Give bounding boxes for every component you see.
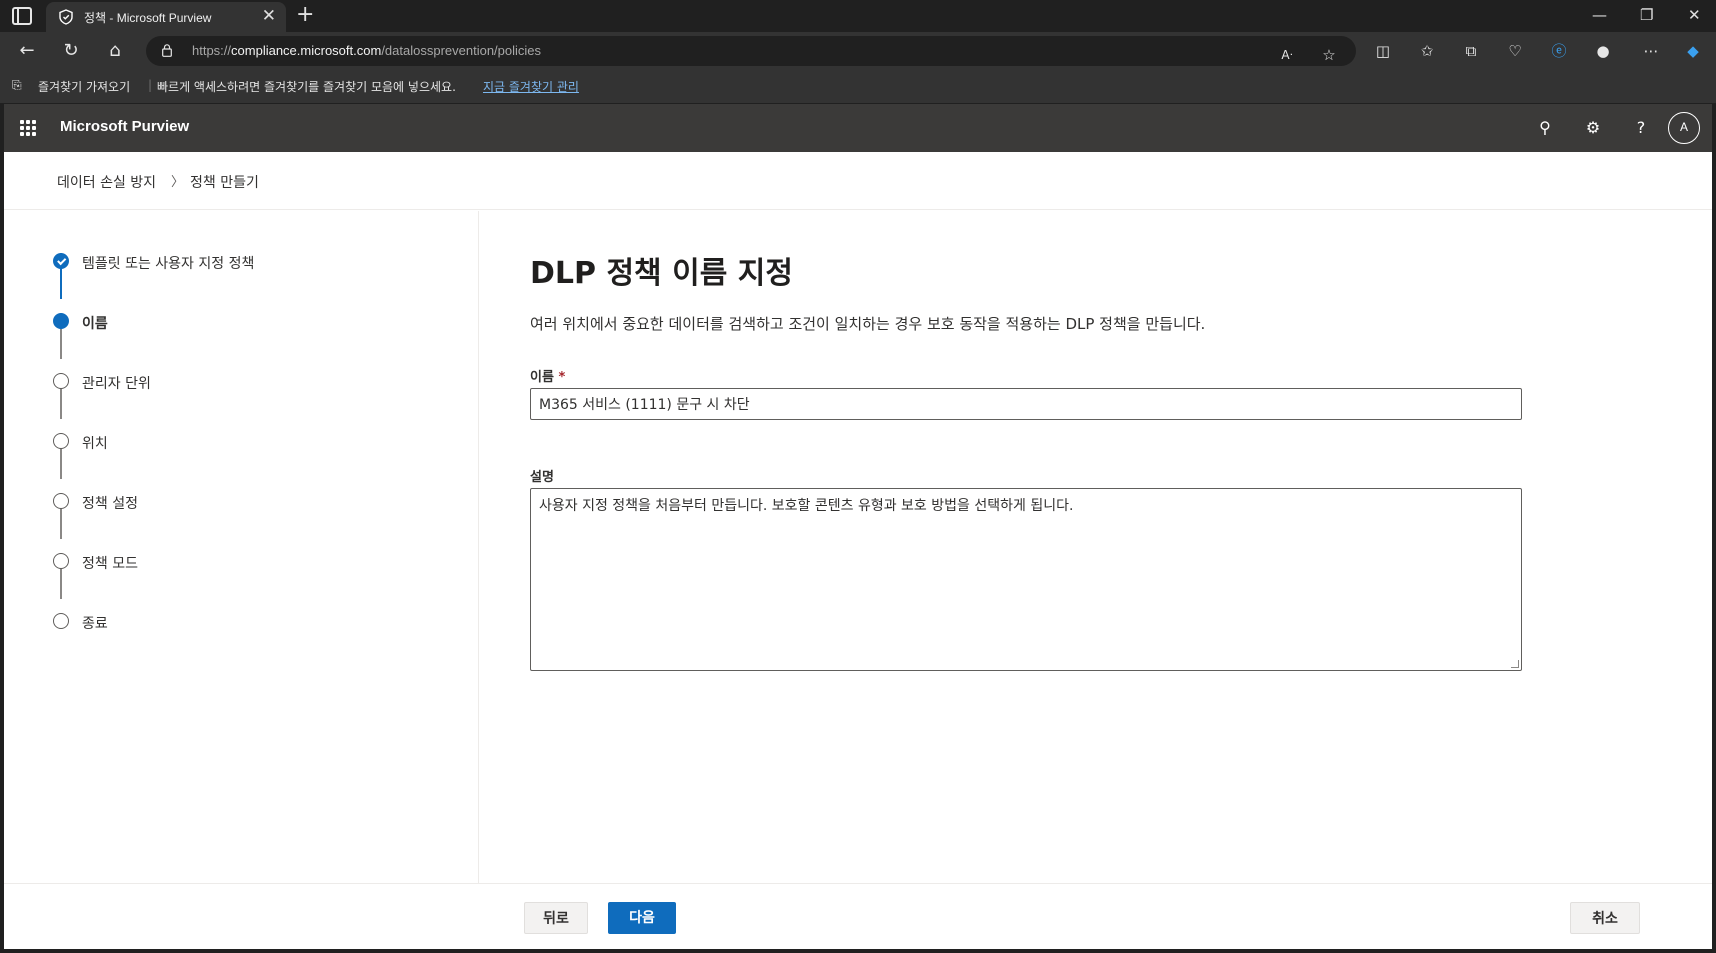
name-field-label: 이름 *: [530, 370, 566, 385]
cancel-button[interactable]: 취소: [1570, 902, 1640, 934]
step-policy-mode: 정책 모드: [82, 556, 138, 572]
web-page: Microsoft Purview ⚲ ⚙ ? A 데이터 손실 방지 〉 정책…: [4, 104, 1712, 949]
browser-window: 정책 - Microsoft Purview ✕ + — ❐ ✕ ← ↻ ⌂ h…: [0, 0, 1716, 953]
favorites-manage-link[interactable]: 지금 즐겨찾기 관리: [483, 78, 579, 95]
purview-shield-icon: [59, 9, 73, 25]
step-pending-circle-icon: [53, 553, 69, 569]
lock-icon: [162, 44, 172, 57]
step-pending-circle-icon: [53, 493, 69, 509]
favorites-import-link[interactable]: 즐겨찾기 가져오기: [38, 78, 130, 95]
chevron-right-icon: 〉: [171, 175, 185, 190]
wizard-steps: 템플릿 또는 사용자 지정 정책 이름 관리자 단위 위치 정책 설정 정책 모…: [4, 211, 479, 883]
favorites-import-icon[interactable]: ⎘: [12, 78, 22, 93]
browser-tab[interactable]: 정책 - Microsoft Purview ✕: [46, 2, 286, 32]
home-icon[interactable]: ⌂: [104, 40, 126, 62]
next-button[interactable]: 다음: [608, 902, 676, 934]
required-marker: *: [558, 370, 566, 385]
edge-icon[interactable]: ⓔ: [1548, 40, 1570, 62]
favorites-prompt: 빠르게 액세스하려면 즐겨찾기를 즐겨찾기 모음에 넣으세요.: [157, 80, 456, 94]
tab-title: 정책 - Microsoft Purview: [84, 11, 212, 25]
settings-gear-icon[interactable]: ⚙: [1582, 117, 1604, 139]
split-screen-icon[interactable]: ◫: [1372, 40, 1394, 62]
collections-icon[interactable]: ⧉: [1460, 40, 1482, 62]
address-bar[interactable]: https://compliance.microsoft.com/datalos…: [146, 36, 1356, 66]
url-text: https://compliance.microsoft.com/datalos…: [192, 43, 542, 58]
step-current-dot-icon: [53, 313, 69, 329]
description-field-label: 설명: [530, 470, 554, 485]
avatar[interactable]: A: [1668, 112, 1700, 144]
app-name[interactable]: Microsoft Purview: [60, 118, 189, 135]
community-icon[interactable]: ⚲: [1534, 117, 1556, 139]
copilot-icon[interactable]: ◆: [1682, 40, 1704, 62]
browser-essentials-icon[interactable]: ♡: [1504, 40, 1526, 62]
favorite-star-icon[interactable]: ☆: [1318, 44, 1340, 66]
tab-close-icon[interactable]: ✕: [262, 6, 276, 26]
page-title: DLP 정책 이름 지정: [530, 256, 793, 291]
favorites-icon[interactable]: ✩: [1416, 40, 1438, 62]
restore-icon[interactable]: ❐: [1640, 4, 1653, 26]
navigation-bar: ← ↻ ⌂ https://compliance.microsoft.com/d…: [0, 32, 1716, 70]
step-policy-settings: 정책 설정: [82, 496, 138, 512]
name-input[interactable]: M365 서비스 (1111) 문구 시 차단: [530, 388, 1522, 420]
step-complete-check-icon: [53, 253, 69, 269]
step-pending-circle-icon: [53, 613, 69, 629]
app-launcher-icon[interactable]: [20, 120, 36, 136]
step-finish: 종료: [82, 616, 108, 632]
step-name[interactable]: 이름: [82, 313, 108, 333]
step-pending-circle-icon: [53, 373, 69, 389]
back-arrow-icon[interactable]: ←: [16, 40, 38, 62]
breadcrumb-item-create-policy: 정책 만들기: [190, 175, 259, 191]
help-icon[interactable]: ?: [1630, 117, 1652, 139]
tab-actions-icon[interactable]: [12, 7, 32, 25]
favorites-divider: |: [148, 78, 153, 92]
wizard-footer: 뒤로 다음 취소: [4, 883, 1712, 949]
description-value: 사용자 지정 정책을 처음부터 만듭니다. 보호할 콘텐츠 유형과 보호 방법을…: [539, 498, 1074, 514]
app-header: Microsoft Purview ⚲ ⚙ ? A: [4, 104, 1712, 152]
breadcrumb-item-dlp[interactable]: 데이터 손실 방지: [57, 172, 156, 192]
favorites-bar: ⎘ 즐겨찾기 가져오기 | 빠르게 액세스하려면 즐겨찾기를 즐겨찾기 모음에 …: [0, 70, 1716, 103]
main-content: DLP 정책 이름 지정 여러 위치에서 중요한 데이터를 검색하고 조건이 일…: [480, 211, 1712, 883]
resize-grip-icon[interactable]: [1511, 660, 1519, 668]
tab-strip: 정책 - Microsoft Purview ✕ + — ❐ ✕: [0, 0, 1716, 32]
page-description: 여러 위치에서 중요한 데이터를 검색하고 조건이 일치하는 경우 보호 동작을…: [530, 315, 1206, 333]
read-aloud-icon[interactable]: Aᐧ: [1276, 44, 1298, 66]
step-template[interactable]: 템플릿 또는 사용자 지정 정책: [82, 253, 254, 273]
refresh-icon[interactable]: ↻: [60, 40, 82, 62]
step-admin-units: 관리자 단위: [82, 376, 151, 392]
back-button[interactable]: 뒤로: [524, 902, 588, 934]
step-locations: 위치: [82, 436, 108, 452]
description-textarea[interactable]: 사용자 지정 정책을 처음부터 만듭니다. 보호할 콘텐츠 유형과 보호 방법을…: [530, 488, 1522, 671]
close-window-icon[interactable]: ✕: [1688, 4, 1701, 26]
more-icon[interactable]: ⋯: [1640, 40, 1662, 62]
profile-icon[interactable]: ●: [1592, 40, 1614, 62]
step-pending-circle-icon: [53, 433, 69, 449]
breadcrumb: 데이터 손실 방지 〉 정책 만들기: [4, 152, 1712, 210]
new-tab-icon[interactable]: +: [296, 2, 314, 28]
minimize-icon[interactable]: —: [1592, 4, 1607, 26]
